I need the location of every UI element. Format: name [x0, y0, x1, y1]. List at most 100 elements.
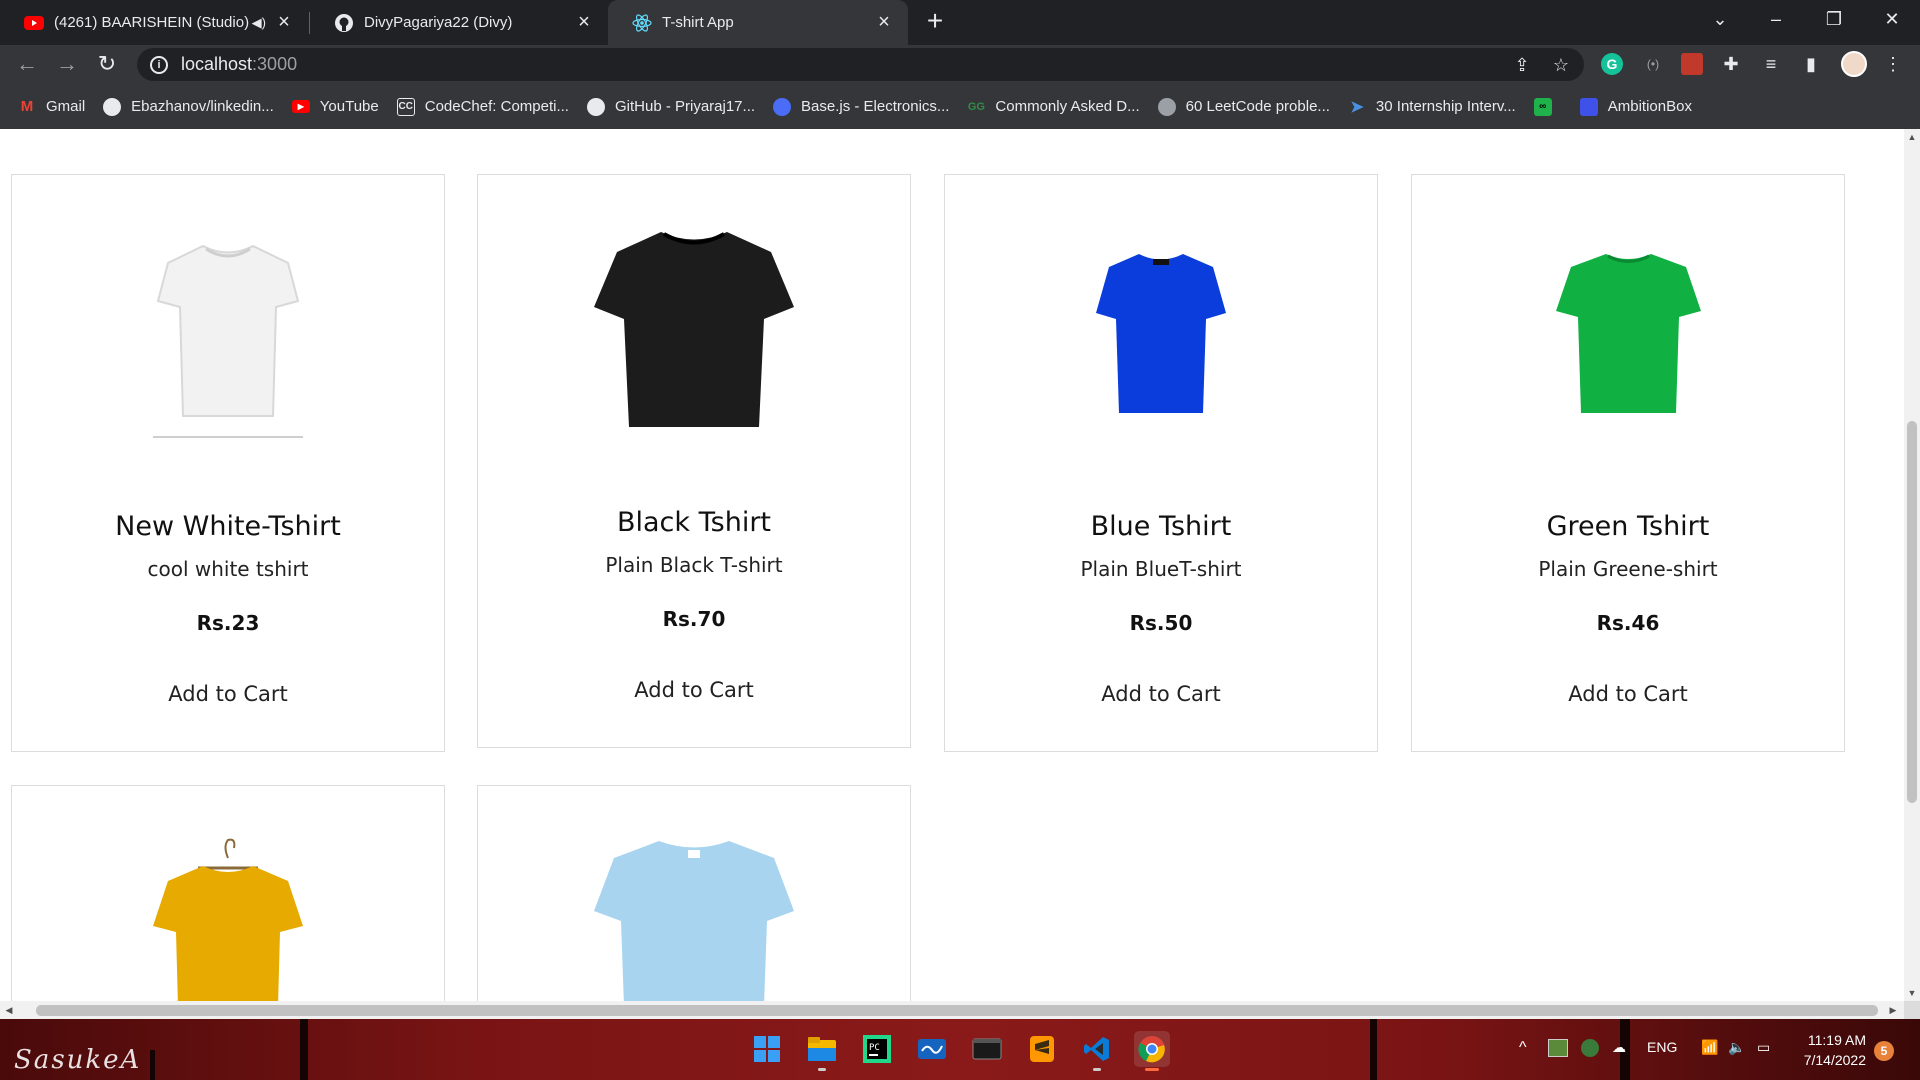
bookmark-gfg[interactable]: GG Commonly Asked D...: [967, 98, 1140, 116]
bookmark-gmail[interactable]: M Gmail: [18, 98, 85, 116]
volume-icon[interactable]: 🔈: [1728, 1039, 1745, 1056]
product-price: Rs.50: [1129, 611, 1193, 635]
new-tab-button[interactable]: +: [920, 5, 950, 36]
product-card: [477, 785, 911, 1001]
tab-strip: (4261) BAARISHEIN (Studio) - YouTube ◀) …: [0, 0, 1920, 45]
restore-icon[interactable]: ❐: [1806, 0, 1862, 38]
bookmark-basejs[interactable]: Base.js - Electronics...: [773, 97, 949, 116]
scroll-down-arrow-icon[interactable]: ▼: [1904, 985, 1920, 1001]
show-hidden-icons-chevron[interactable]: ^: [1519, 1039, 1527, 1057]
product-description: cool white tshirt: [147, 557, 309, 581]
tab-search-chevron-icon[interactable]: ⌄: [1692, 0, 1748, 38]
language-indicator[interactable]: ENG: [1647, 1039, 1677, 1055]
svg-text:PC: PC: [869, 1043, 880, 1053]
site-info-icon[interactable]: i: [150, 55, 168, 74]
add-to-cart-button[interactable]: Add to Cart: [12, 682, 444, 706]
system-clock[interactable]: 11:19 AM 7/14/2022: [1796, 1030, 1866, 1070]
close-tab-icon[interactable]: ×: [274, 11, 294, 33]
vscode-icon[interactable]: [1079, 1031, 1115, 1071]
tab-github[interactable]: DivyPagariya22 (Divy) ×: [310, 0, 608, 45]
whiteboard-icon[interactable]: [914, 1031, 950, 1067]
profile-avatar[interactable]: [1841, 51, 1867, 77]
audio-playing-icon[interactable]: ◀): [252, 15, 266, 31]
tab-tshirt-app[interactable]: T-shirt App ×: [608, 0, 908, 45]
bookmark-label: 30 Internship Interv...: [1375, 98, 1516, 115]
product-card: New White-Tshirt cool white tshirt Rs.23…: [11, 174, 445, 752]
windows-start-icon[interactable]: [749, 1031, 785, 1067]
minimize-icon[interactable]: –: [1748, 0, 1804, 38]
codingninjas-icon: ∞: [1533, 97, 1552, 116]
horizontal-scrollbar[interactable]: ◀ ▶: [0, 1001, 1904, 1019]
share-icon[interactable]: ⇪: [1512, 55, 1532, 75]
bookmark-star-icon[interactable]: ☆: [1551, 55, 1571, 75]
product-description: Plain Greene-shirt: [1538, 557, 1718, 581]
address-bar[interactable]: i localhost:3000 ⇪ ☆: [137, 48, 1584, 81]
tshirt-image: [478, 227, 910, 432]
tshirt-image: [1412, 251, 1844, 416]
close-tab-icon[interactable]: ×: [574, 11, 594, 33]
file-explorer-icon[interactable]: [804, 1031, 840, 1071]
bookmark-codechef[interactable]: CC CodeChef: Competi...: [396, 97, 569, 116]
tray-app-icon[interactable]: [1548, 1039, 1568, 1057]
github-icon: [586, 97, 605, 116]
running-indicator: [1093, 1068, 1101, 1071]
bookmark-internship[interactable]: ➤ 30 Internship Interv...: [1348, 98, 1516, 116]
bookmark-label: AmbitionBox: [1607, 98, 1692, 115]
tab-youtube[interactable]: (4261) BAARISHEIN (Studio) - YouTube ◀) …: [0, 0, 308, 45]
bookmark-icon: ➤: [1350, 98, 1364, 116]
battery-icon[interactable]: ▭: [1757, 1039, 1770, 1056]
close-window-icon[interactable]: ✕: [1864, 0, 1920, 38]
terminal-icon[interactable]: [969, 1031, 1005, 1067]
browser-toolbar: ← → ↻ i localhost:3000 ⇪ ☆ G (•) ✚ ≡ ▮ ⋮: [0, 45, 1920, 84]
bookmark-github-priyaraj[interactable]: GitHub - Priyaraj17...: [586, 97, 755, 116]
bookmark-ambitionbox[interactable]: AmbitionBox: [1579, 97, 1692, 116]
reload-icon[interactable]: ↻: [92, 49, 122, 79]
wallpaper-tree: [300, 1019, 308, 1080]
extension-red-icon[interactable]: [1681, 53, 1703, 75]
media-control-icon[interactable]: ≡: [1760, 53, 1782, 75]
wallpaper-signature: SasukeA: [14, 1045, 142, 1075]
tshirt-image: [478, 836, 910, 1001]
onedrive-cloud-icon[interactable]: ☁: [1612, 1039, 1626, 1056]
github-icon: [334, 13, 354, 33]
tab-title: DivyPagariya22 (Divy): [364, 14, 513, 31]
tab-title: (4261) BAARISHEIN (Studio) - YouTube: [54, 14, 252, 31]
product-name: Blue Tshirt: [1090, 511, 1232, 542]
bookmark-codingninjas[interactable]: ∞: [1533, 97, 1562, 116]
menu-kebab-icon[interactable]: ⋮: [1882, 53, 1904, 75]
scroll-up-arrow-icon[interactable]: ▲: [1904, 129, 1920, 145]
chrome-icon[interactable]: [1134, 1031, 1170, 1071]
scroll-right-arrow-icon[interactable]: ▶: [1884, 1001, 1902, 1019]
wifi-icon[interactable]: 📶: [1701, 1039, 1718, 1056]
scroll-left-arrow-icon[interactable]: ◀: [0, 1001, 18, 1019]
pycharm-icon[interactable]: PC: [859, 1031, 895, 1067]
back-arrow-icon[interactable]: ←: [12, 49, 42, 79]
clock-time: 11:19 AM: [1807, 1032, 1866, 1048]
extension-icon[interactable]: (•): [1642, 53, 1664, 75]
add-to-cart-button[interactable]: Add to Cart: [478, 678, 910, 702]
bookmark-github-linkedin[interactable]: Ebazhanov/linkedin...: [103, 97, 274, 116]
github-icon: [103, 97, 122, 116]
address-url[interactable]: localhost:3000: [181, 54, 297, 75]
nvidia-icon[interactable]: [1581, 1039, 1599, 1057]
scrollbar-thumb[interactable]: [1907, 421, 1917, 803]
grammarly-icon[interactable]: G: [1601, 53, 1623, 75]
sublime-text-icon[interactable]: [1024, 1031, 1060, 1067]
tshirt-image: [945, 251, 1377, 416]
side-panel-icon[interactable]: ▮: [1800, 53, 1822, 75]
scrollbar-thumb[interactable]: [36, 1005, 1878, 1016]
vertical-scrollbar[interactable]: ▲ ▼: [1904, 129, 1920, 1001]
add-to-cart-button[interactable]: Add to Cart: [1412, 682, 1844, 706]
bookmark-youtube[interactable]: ▶ YouTube: [291, 98, 379, 115]
basejs-icon: [773, 97, 792, 116]
forward-arrow-icon[interactable]: →: [52, 49, 82, 79]
url-host: localhost: [181, 54, 253, 74]
close-tab-icon[interactable]: ×: [874, 11, 894, 33]
tab-title: T-shirt App: [662, 14, 734, 31]
running-indicator: [818, 1068, 826, 1071]
add-to-cart-button[interactable]: Add to Cart: [945, 682, 1377, 706]
tshirt-image: [12, 241, 444, 441]
bookmark-leetcode[interactable]: 60 LeetCode proble...: [1157, 97, 1330, 116]
notification-badge[interactable]: 5: [1874, 1041, 1894, 1061]
puzzle-extensions-icon[interactable]: ✚: [1720, 53, 1742, 75]
